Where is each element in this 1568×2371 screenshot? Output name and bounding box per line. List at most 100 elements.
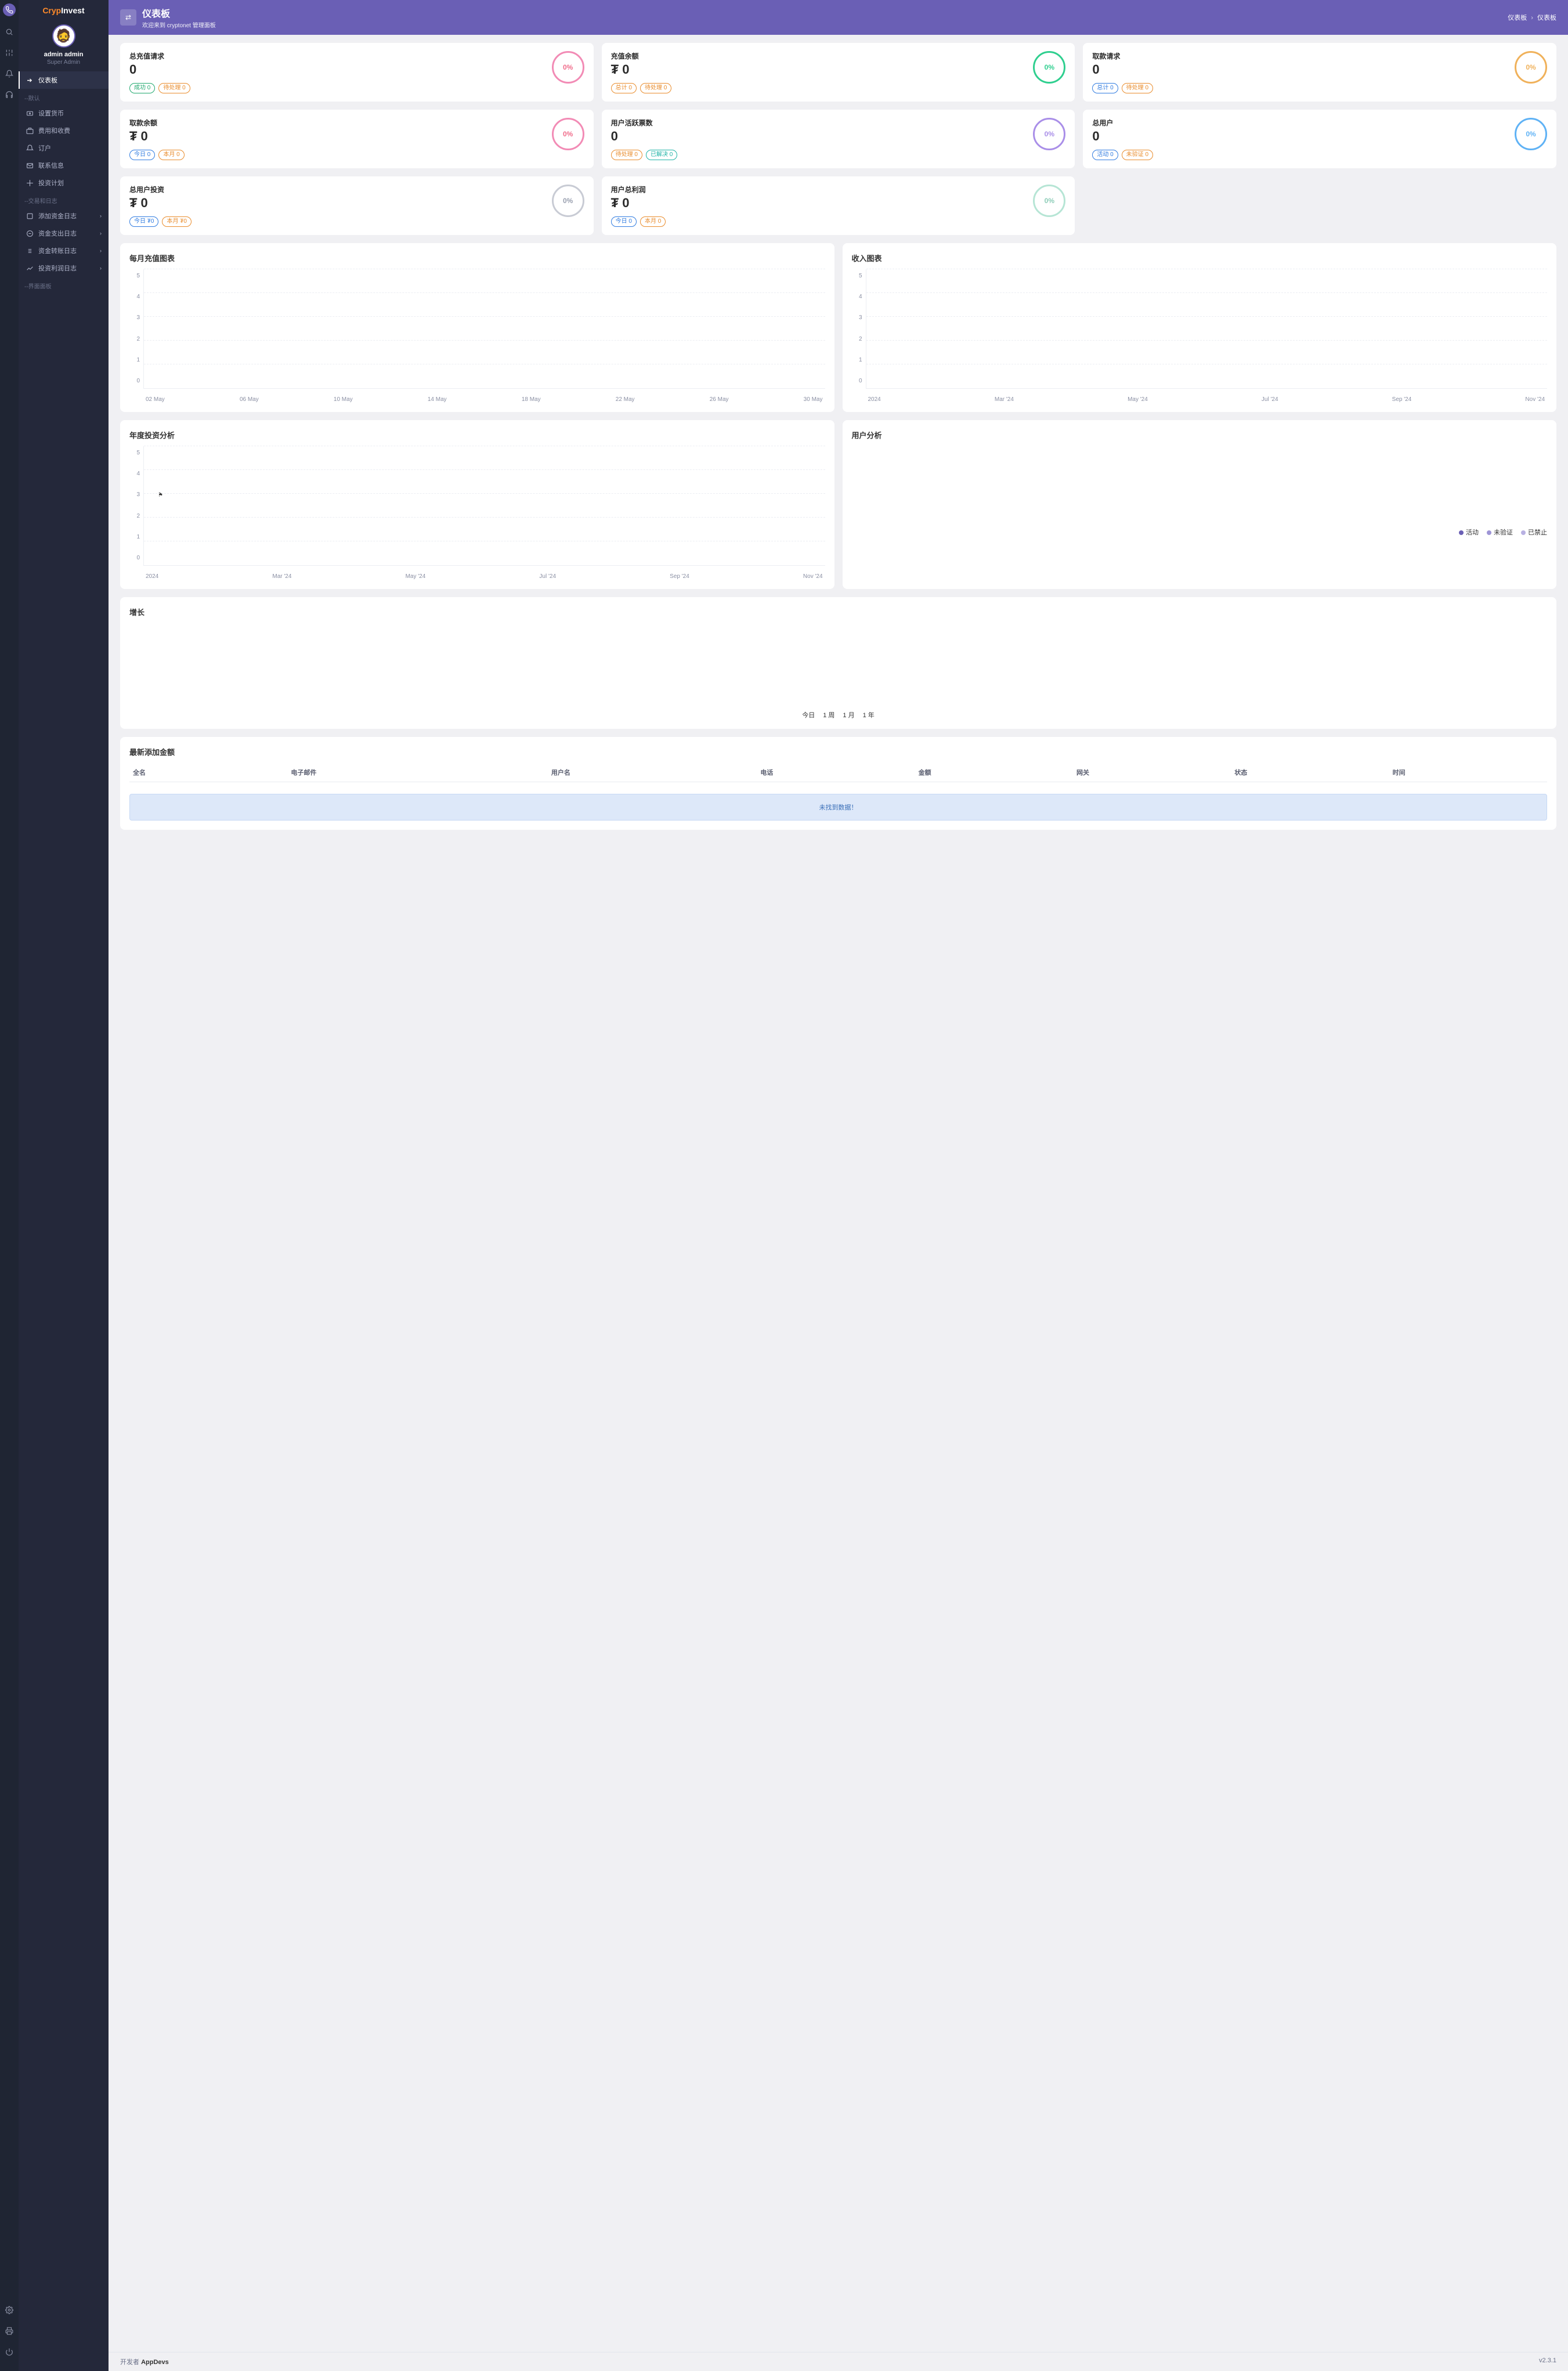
stat-value: ₮ 0 xyxy=(611,62,672,77)
swap-icon[interactable]: ⇄ xyxy=(120,9,136,26)
avatar[interactable]: 🧔 xyxy=(52,24,75,48)
panel-invest-chart: 年度投资分析 543210 ⚑ 2024Mar '24May '24Jul '2… xyxy=(120,420,834,589)
nav-currency[interactable]: 设置货币 xyxy=(19,104,109,122)
nav-label: 投资利润日志 xyxy=(38,263,77,273)
stat-card[interactable]: 取款余额₮ 0今日 0本月 00% xyxy=(120,110,594,168)
stat-title: 取款余额 xyxy=(129,118,185,128)
rail-headset-icon[interactable] xyxy=(4,89,15,100)
legend-item: 1 月 xyxy=(843,710,854,720)
icon-rail xyxy=(0,0,19,2371)
status-badge: 今日 ₮0 xyxy=(129,216,158,227)
sidebar: CrypInvest 🧔 admin admin Super Admin ➔仪表… xyxy=(19,0,109,2371)
table-header: 金额 xyxy=(915,763,1073,782)
invest-chart: 543210 ⚑ 2024Mar '24May '24Jul '24Sep '2… xyxy=(129,446,825,580)
rail-search-icon[interactable] xyxy=(4,27,15,37)
progress-ring: 0% xyxy=(552,51,584,84)
data-table: 全名电子邮件用户名电话金额网关状态时间 xyxy=(129,763,1547,782)
rail-print-icon[interactable] xyxy=(4,2326,15,2336)
stat-value: ₮ 0 xyxy=(129,129,185,144)
table-header: 网关 xyxy=(1073,763,1231,782)
user-legend: 活动未验证已禁止 xyxy=(852,527,1548,537)
panel-title: 每月充值图表 xyxy=(129,252,825,263)
nav-label: 添加资金日志 xyxy=(38,211,77,221)
panel-title: 收入图表 xyxy=(852,252,1548,263)
legend-item: 已禁止 xyxy=(1521,527,1547,537)
nav-invest-plan[interactable]: 投资计划 xyxy=(19,174,109,191)
table-header: 电话 xyxy=(757,763,915,782)
brand-logo: CrypInvest xyxy=(19,0,109,20)
rail-gear-icon[interactable] xyxy=(4,2305,15,2315)
stat-title: 总用户投资 xyxy=(129,185,192,194)
rail-power-icon[interactable] xyxy=(4,2347,15,2357)
stat-card[interactable]: 总用户0活动 0未验证 00% xyxy=(1083,110,1556,168)
panel-revenue-chart: 收入图表 543210 2024Mar '24May '24Jul '24Sep… xyxy=(843,243,1557,412)
nav-log-moneyout[interactable]: 资金支出日志 › xyxy=(19,225,109,242)
deposit-chart: 543210 02 May06 May10 May14 May18 May22 … xyxy=(129,269,825,403)
legend-item: 未验证 xyxy=(1487,527,1513,537)
nav-log-addmoney[interactable]: 添加资金日志 › xyxy=(19,207,109,225)
rail-sliders-icon[interactable] xyxy=(4,48,15,58)
stat-value: ₮ 0 xyxy=(129,196,192,211)
stat-title: 总用户 xyxy=(1092,118,1153,128)
version: v2.3.1 xyxy=(1539,2357,1556,2366)
table-header: 电子邮件 xyxy=(287,763,548,782)
nav-fees[interactable]: 费用和收费 xyxy=(19,122,109,139)
panel-growth: 增长 今日 1 周 1 月 1 年 xyxy=(120,597,1556,729)
panel-title: 增长 xyxy=(129,606,1547,617)
nav-log-transfer[interactable]: 资金转账日志› xyxy=(19,242,109,259)
stat-value: ₮ 0 xyxy=(611,196,666,211)
stat-card[interactable]: 总用户投资₮ 0今日 ₮0本月 ₮00% xyxy=(120,176,594,235)
status-badge: 成功 0 xyxy=(129,83,155,93)
rail-bell-icon[interactable] xyxy=(4,68,15,79)
stat-card[interactable]: 取款请求0总计 0待处理 00% xyxy=(1083,43,1556,102)
legend-item: 今日 xyxy=(802,710,815,720)
nav-dashboard[interactable]: ➔仪表板 xyxy=(19,71,109,89)
nav-section-default: --默认 xyxy=(19,89,109,104)
crumb-root[interactable]: 仪表板 xyxy=(1508,15,1527,21)
nav-log-profit[interactable]: 投资利润日志› xyxy=(19,259,109,277)
stat-card[interactable]: 用户活跃票数0待处理 0已解决 00% xyxy=(602,110,1075,168)
status-badge: 本月 ₮0 xyxy=(162,216,191,227)
nav-subscribers[interactable]: 订户 xyxy=(19,139,109,157)
progress-ring: 0% xyxy=(1033,51,1065,84)
chevron-right-icon: › xyxy=(100,230,102,236)
status-badge: 本月 0 xyxy=(640,216,666,227)
legend-item: 1 年 xyxy=(863,710,875,720)
stat-card[interactable]: 充值余额₮ 0总计 0待处理 00% xyxy=(602,43,1075,102)
stat-card[interactable]: 总充值请求0成功 0待处理 00% xyxy=(120,43,594,102)
status-badge: 活动 0 xyxy=(1092,150,1118,160)
rail-phone-icon[interactable] xyxy=(3,3,16,16)
nav-label: 资金支出日志 xyxy=(38,229,77,238)
legend-item: 1 周 xyxy=(823,710,834,720)
nav-label: 费用和收费 xyxy=(38,126,70,135)
table-header: 时间 xyxy=(1389,763,1547,782)
nav-label: 联系信息 xyxy=(38,161,64,170)
status-badge: 待处理 0 xyxy=(611,150,642,160)
status-badge: 今日 0 xyxy=(611,216,637,227)
crumb-sep: › xyxy=(1531,15,1533,21)
stat-value: 0 xyxy=(129,62,190,77)
crumb-leaf: 仪表板 xyxy=(1537,15,1556,21)
nav-label: 订户 xyxy=(38,143,51,153)
table-header: 状态 xyxy=(1231,763,1389,782)
chevron-right-icon: › xyxy=(100,213,102,219)
status-badge: 待处理 0 xyxy=(158,83,190,93)
panel-title: 年度投资分析 xyxy=(129,429,825,440)
dev-link[interactable]: AppDevs xyxy=(141,2359,169,2366)
status-badge: 未验证 0 xyxy=(1122,150,1153,160)
progress-ring: 0% xyxy=(1515,51,1547,84)
nav-contact[interactable]: 联系信息 xyxy=(19,157,109,174)
panel-deposit-chart: 每月充值图表 543210 02 May06 May10 May14 May18… xyxy=(120,243,834,412)
status-badge: 待处理 0 xyxy=(640,83,671,93)
stat-card[interactable]: 用户总利润₮ 0今日 0本月 00% xyxy=(602,176,1075,235)
breadcrumb: 仪表板 › 仪表板 xyxy=(1508,13,1556,22)
progress-ring: 0% xyxy=(1033,185,1065,217)
stats-grid: 总充值请求0成功 0待处理 00%充值余额₮ 0总计 0待处理 00%取款请求0… xyxy=(120,43,1556,235)
revenue-chart: 543210 2024Mar '24May '24Jul '24Sep '24N… xyxy=(852,269,1548,403)
table-header: 用户名 xyxy=(548,763,757,782)
no-data-alert: 未找到数据！ xyxy=(129,794,1547,821)
nav-label: 仪表板 xyxy=(38,75,57,85)
growth-legend: 今日 1 周 1 月 1 年 xyxy=(129,710,1547,720)
legend-item: 活动 xyxy=(1459,527,1479,537)
status-badge: 总计 0 xyxy=(1092,83,1118,93)
